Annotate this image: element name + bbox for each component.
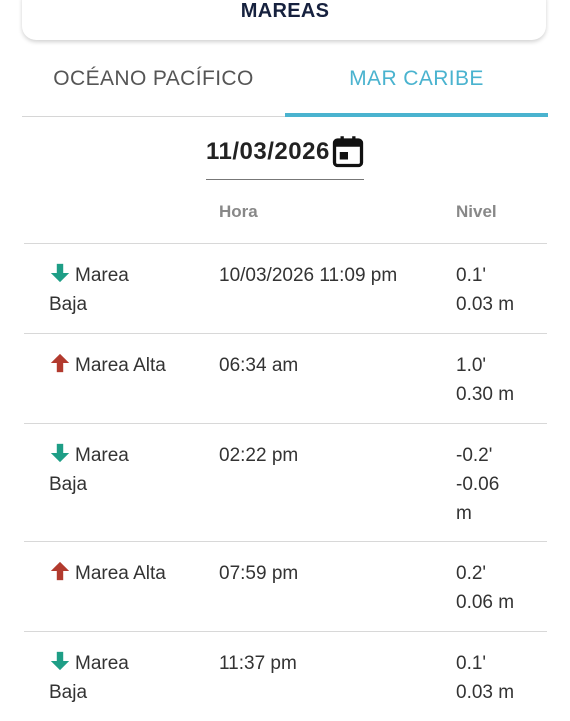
column-header-nivel: Nivel [456, 202, 497, 221]
tide-type-label: Marea Alta [75, 355, 166, 376]
tide-level: 0.2' 0.06 m [456, 559, 516, 617]
tab-mar-caribe[interactable]: MAR CARIBE [285, 52, 548, 117]
page-title: MAREAS [240, 0, 330, 22]
tide-level-m: 0.03 m [456, 682, 515, 703]
table-row: Marea Alta 06:34 am 1.0' 0.30 m [24, 334, 547, 424]
table-row: Marea Baja 11:37 pm 0.1' 0.03 m [24, 632, 547, 721]
tide-time: 07:59 pm [219, 563, 299, 584]
tide-level-m: 0.30 m [456, 384, 515, 405]
tide-type-cell: Marea Baja [49, 649, 169, 707]
tide-level-m: 0.03 m [456, 294, 515, 315]
tab-label: MAR CARIBE [349, 67, 484, 90]
arrow-down-icon [50, 443, 70, 463]
tide-type-cell: Marea Alta [49, 351, 169, 380]
tab-bar: OCÉANO PACÍFICO MAR CARIBE [22, 52, 548, 117]
date-picker[interactable]: 11/03/2026 [206, 128, 364, 180]
tide-level-m: 0.06 m [456, 592, 515, 613]
tab-oceano-pacifico[interactable]: OCÉANO PACÍFICO [22, 52, 285, 117]
tide-level: 0.1' 0.03 m [456, 261, 516, 319]
tide-level-m: -0.06 m [456, 474, 500, 524]
tide-time: 10/03/2026 11:09 pm [219, 265, 398, 286]
tide-type-cell: Marea Baja [49, 441, 169, 499]
tide-type-cell: Marea Baja [49, 261, 169, 319]
tabs-divider [22, 116, 285, 117]
arrow-down-icon [50, 651, 70, 671]
tide-level-ft: 0.2' [456, 563, 487, 584]
tide-level-ft: -0.2' [456, 445, 493, 466]
tab-label: OCÉANO PACÍFICO [53, 67, 254, 90]
table-row: Marea Baja 10/03/2026 11:09 pm 0.1' 0.03 … [24, 244, 547, 334]
tide-type-cell: Marea Alta [49, 559, 169, 588]
tide-level-ft: 0.1' [456, 265, 487, 286]
column-header-hora: Hora [219, 202, 258, 221]
tide-time: 11:37 pm [219, 653, 297, 674]
arrow-down-icon [50, 263, 70, 283]
active-tab-indicator [285, 113, 548, 117]
calendar-icon[interactable] [330, 134, 366, 170]
date-value[interactable]: 11/03/2026 [206, 138, 334, 166]
arrow-up-icon [50, 561, 70, 581]
date-underline [206, 179, 364, 180]
table-row: Marea Alta 07:59 pm 0.2' 0.06 m [24, 542, 547, 632]
tide-time: 06:34 am [219, 355, 299, 376]
table-row: Marea Baja 02:22 pm -0.2' -0.06 m [24, 424, 547, 542]
tide-time: 02:22 pm [219, 445, 299, 466]
tide-level: -0.2' -0.06 m [456, 441, 516, 528]
tide-level: 1.0' 0.30 m [456, 351, 516, 409]
tide-level-ft: 0.1' [456, 653, 487, 674]
tide-type-label: Marea Alta [75, 563, 166, 584]
tide-level-ft: 1.0' [456, 355, 487, 376]
tide-level: 0.1' 0.03 m [456, 649, 516, 707]
arrow-up-icon [50, 353, 70, 373]
